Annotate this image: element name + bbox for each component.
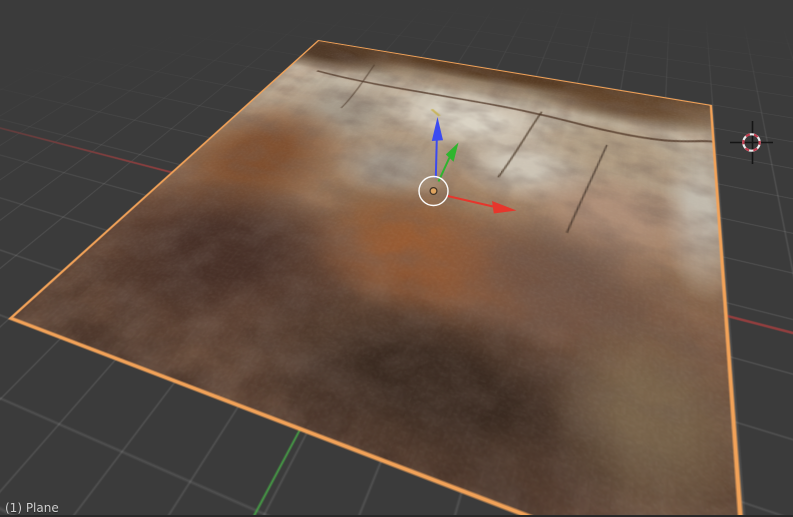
floor-perspective-container bbox=[0, 0, 793, 517]
viewport-object-info: (1) Plane bbox=[5, 501, 59, 515]
3d-viewport[interactable]: (1) Plane bbox=[0, 0, 793, 517]
